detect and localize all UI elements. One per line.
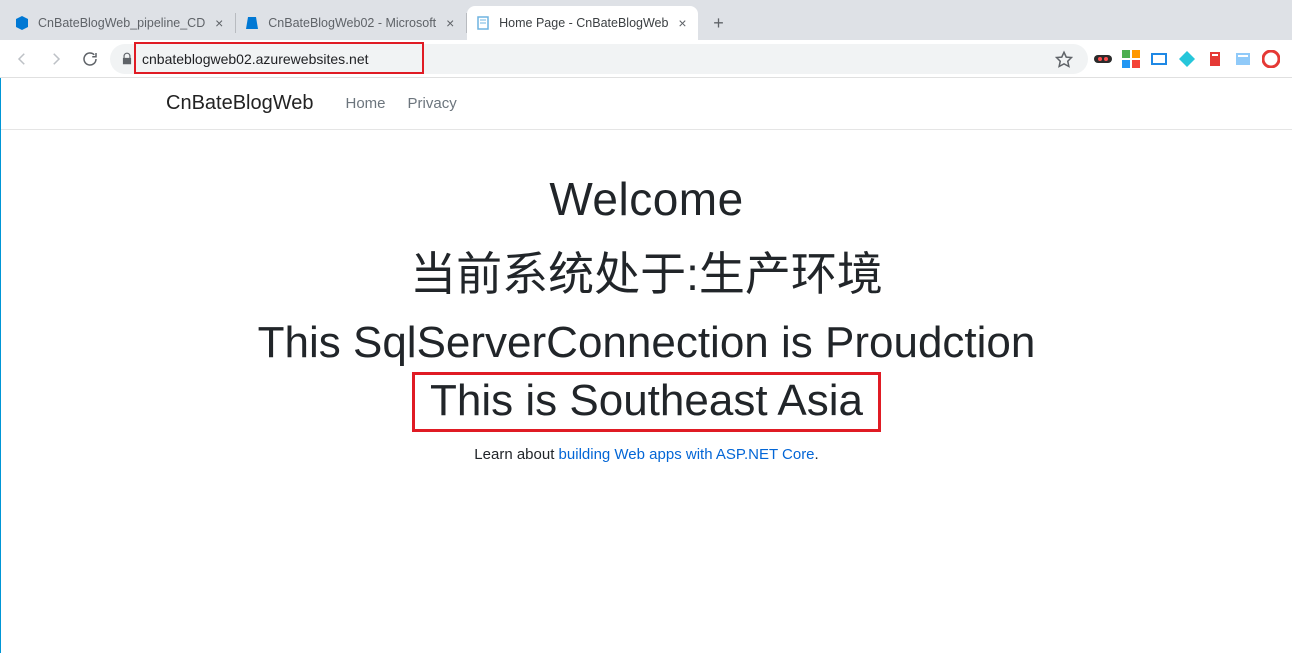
devops-icon — [14, 15, 30, 31]
extension-icon[interactable] — [1122, 50, 1140, 68]
learn-prefix: Learn about — [474, 446, 558, 463]
page-icon — [475, 15, 491, 31]
learn-link[interactable]: building Web apps with ASP.NET Core — [559, 446, 815, 463]
extension-icon[interactable] — [1150, 50, 1168, 68]
extension-icon[interactable] — [1234, 50, 1252, 68]
close-icon[interactable]: × — [674, 15, 690, 31]
address-bar[interactable] — [110, 44, 1088, 74]
new-tab-button[interactable]: + — [704, 9, 732, 37]
heading-sql-connection: This SqlServerConnection is Proudction — [1, 318, 1292, 368]
browser-tab-3[interactable]: Home Page - CnBateBlogWeb × — [467, 6, 698, 40]
extension-icon[interactable] — [1094, 50, 1112, 68]
back-button[interactable] — [8, 45, 36, 73]
url-input[interactable] — [142, 51, 1042, 67]
close-icon[interactable]: × — [442, 15, 458, 31]
tab-title: CnBateBlogWeb_pipeline_CD — [38, 16, 205, 30]
extension-icon[interactable] — [1178, 50, 1196, 68]
main-content: Welcome 当前系统处于:生产环境 This SqlServerConnec… — [1, 172, 1292, 463]
bookmark-star-icon[interactable] — [1050, 45, 1078, 73]
extension-icons — [1094, 50, 1284, 68]
tab-title: CnBateBlogWeb02 - Microsoft — [268, 16, 436, 30]
browser-tab-1[interactable]: CnBateBlogWeb_pipeline_CD × — [6, 6, 235, 40]
learn-text: Learn about building Web apps with ASP.N… — [1, 446, 1292, 463]
heading-region: This is Southeast Asia — [412, 376, 881, 426]
forward-button[interactable] — [42, 45, 70, 73]
nav-link-privacy[interactable]: Privacy — [408, 95, 457, 112]
site-navbar: CnBateBlogWeb Home Privacy — [1, 78, 1292, 130]
reload-button[interactable] — [76, 45, 104, 73]
brand[interactable]: CnBateBlogWeb — [166, 92, 314, 115]
nav-link-home[interactable]: Home — [346, 95, 386, 112]
heading-welcome: Welcome — [1, 172, 1292, 226]
tab-title: Home Page - CnBateBlogWeb — [499, 16, 668, 30]
tab-strip: CnBateBlogWeb_pipeline_CD × CnBateBlogWe… — [0, 0, 1292, 40]
heading-environment-zh: 当前系统处于:生产环境 — [1, 238, 1292, 304]
page-viewport: CnBateBlogWeb Home Privacy Welcome 当前系统处… — [0, 78, 1292, 653]
learn-suffix: . — [815, 446, 819, 463]
azure-icon — [244, 15, 260, 31]
heading-region-wrap: This is Southeast Asia — [412, 376, 881, 426]
extension-icon[interactable] — [1206, 50, 1224, 68]
browser-toolbar — [0, 40, 1292, 78]
extension-icon[interactable] — [1262, 50, 1280, 68]
lock-icon — [120, 52, 134, 66]
browser-tab-2[interactable]: CnBateBlogWeb02 - Microsoft × — [236, 6, 466, 40]
close-icon[interactable]: × — [211, 15, 227, 31]
